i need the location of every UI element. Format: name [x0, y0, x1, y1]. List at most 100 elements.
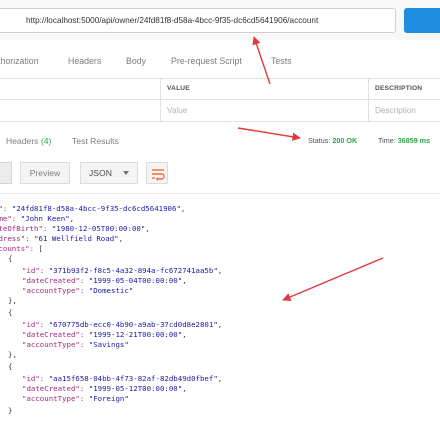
header-count-badge: (4): [40, 136, 52, 146]
json-value: "1999-05-04T00:00:00": [88, 276, 183, 285]
json-key: "accountType":: [22, 340, 85, 349]
json-value: "1980-12-05T00:00:00": [51, 224, 146, 233]
tab-response-headers[interactable]: Headers (4): [6, 136, 51, 146]
json-value: "24fd81f8-d58a-4bcc-9f35-dc6cd5641906": [11, 204, 181, 213]
json-punctuation: {: [8, 308, 13, 317]
tab-label: Headers: [6, 136, 39, 146]
tab-headers[interactable]: Headers: [68, 56, 101, 66]
json-key: ccounts":: [0, 244, 35, 253]
json-punctuation: [: [34, 244, 43, 253]
tab-pre-request-script[interactable]: Pre-request Script: [171, 56, 242, 66]
format-value: JSON: [89, 168, 112, 178]
json-line: "dateCreated": "1999-12-21T00:00:00",: [22, 330, 187, 340]
response-tabs: Headers (4) Test Results Status: 200 OK …: [0, 124, 440, 152]
value-input[interactable]: Value: [167, 101, 187, 121]
json-line: "id": "371b93f2-f8c5-4a32-894a-fc672741a…: [22, 266, 222, 276]
request-tabs: thorization Headers Body Pre-request Scr…: [0, 48, 440, 76]
json-punctuation: ,: [118, 234, 124, 243]
description-input[interactable]: Description: [375, 101, 416, 121]
json-punctuation: ,: [182, 276, 187, 285]
json-line: "dateCreated": "1999-05-04T00:00:00",: [22, 276, 187, 286]
text-wrap-icon: [152, 169, 165, 182]
json-line: "id": "aa15f658-04bb-4f73-82af-82db49d0f…: [22, 374, 222, 384]
json-key: "dateCreated":: [22, 330, 85, 339]
json-line: {: [8, 362, 12, 372]
json-key: ddress":: [0, 234, 30, 243]
json-key: "accountType":: [22, 394, 85, 403]
json-key: d":: [0, 204, 8, 213]
params-table: VALUE DESCRIPTION Value Description: [0, 78, 440, 122]
column-divider: [160, 79, 161, 122]
json-key: "id":: [22, 266, 45, 275]
json-line: {: [8, 308, 12, 318]
tab-tests[interactable]: Tests: [271, 56, 292, 66]
tab-test-results[interactable]: Test Results: [72, 136, 119, 146]
divider: [0, 193, 440, 194]
format-select[interactable]: JSON: [80, 162, 138, 184]
json-value: "1999-12-21T00:00:00": [88, 330, 183, 339]
json-punctuation: ,: [217, 374, 223, 383]
json-line: d": "24fd81f8-d58a-4bcc-9f35-dc6cd564190…: [0, 204, 185, 214]
json-value: "Savings": [88, 340, 129, 349]
json-punctuation: ,: [69, 214, 75, 223]
json-key: "id":: [22, 320, 45, 329]
json-punctuation: },: [8, 350, 17, 359]
response-view-toolbar: Preview JSON: [0, 160, 440, 186]
json-line: ame": "John Keen",: [0, 214, 74, 224]
json-punctuation: }: [8, 406, 13, 415]
json-value: "1999-05-12T00:00:00": [88, 384, 183, 393]
response-time: Time: 36859 ms: [378, 136, 430, 145]
json-punctuation: ,: [182, 384, 187, 393]
time-label: Time:: [378, 136, 396, 145]
response-body: d": "24fd81f8-d58a-4bcc-9f35-dc6cd564190…: [0, 196, 440, 440]
tab-body[interactable]: Body: [126, 56, 146, 66]
json-value: "Foreign": [88, 394, 129, 403]
json-punctuation: },: [8, 296, 17, 305]
url-bar: http://localhost:5000/api/owner/24fd81f8…: [0, 0, 440, 40]
chevron-down-icon: [123, 171, 129, 175]
preview-button[interactable]: Preview: [20, 162, 70, 184]
json-line: }: [8, 406, 12, 416]
json-value: "670775db-ecc0-4b90-a9ab-37cd0d8e2801": [48, 320, 218, 329]
json-line: ddress": "61 Wellfield Road",: [0, 234, 123, 244]
json-line: },: [8, 296, 17, 306]
json-value: "61 Wellfield Road": [34, 234, 119, 243]
json-key: "accountType":: [22, 286, 85, 295]
column-header-value: VALUE: [167, 85, 190, 92]
json-punctuation: ,: [217, 266, 223, 275]
json-line: },: [8, 350, 17, 360]
json-value: "Domestic": [88, 286, 134, 295]
tab-authorization[interactable]: thorization: [0, 56, 39, 66]
json-punctuation: {: [8, 254, 13, 263]
json-key: "dateCreated":: [22, 384, 85, 393]
json-key: "id":: [22, 374, 45, 383]
status-value: 200 OK: [332, 136, 358, 145]
url-input[interactable]: http://localhost:5000/api/owner/24fd81f8…: [0, 8, 396, 33]
json-value: "John Keen": [20, 214, 70, 223]
pretty-button[interactable]: [0, 162, 12, 184]
json-value: "371b93f2-f8c5-4a32-894a-fc672741aa5b": [48, 266, 218, 275]
send-button[interactable]: [404, 8, 440, 33]
json-punctuation: ,: [145, 224, 150, 233]
json-key: ateOfBirth":: [0, 224, 48, 233]
column-divider: [368, 79, 369, 122]
json-line: {: [8, 254, 12, 264]
json-key: "dateCreated":: [22, 276, 85, 285]
row-divider: [0, 99, 440, 100]
json-line: ateOfBirth": "1980-12-05T00:00:00",: [0, 224, 150, 234]
json-line: "id": "670775db-ecc0-4b90-a9ab-37cd0d8e2…: [22, 320, 222, 330]
json-punctuation: ,: [217, 320, 223, 329]
json-line: "accountType": "Savings": [22, 340, 129, 350]
json-key: ame":: [0, 214, 17, 223]
wrap-lines-button[interactable]: [146, 162, 168, 184]
column-header-description: DESCRIPTION: [375, 85, 423, 92]
json-line: "dateCreated": "1999-05-12T00:00:00",: [22, 384, 187, 394]
json-line: ccounts": [: [0, 244, 43, 254]
json-line: "accountType": "Domestic": [22, 286, 133, 296]
json-punctuation: ,: [180, 204, 186, 213]
json-value: "aa15f658-04bb-4f73-82af-82db49d0fbef": [48, 374, 218, 383]
json-punctuation: {: [8, 362, 13, 371]
status-label: Status:: [308, 136, 331, 145]
response-status: Status: 200 OK: [308, 136, 357, 145]
json-line: "accountType": "Foreign": [22, 394, 129, 404]
